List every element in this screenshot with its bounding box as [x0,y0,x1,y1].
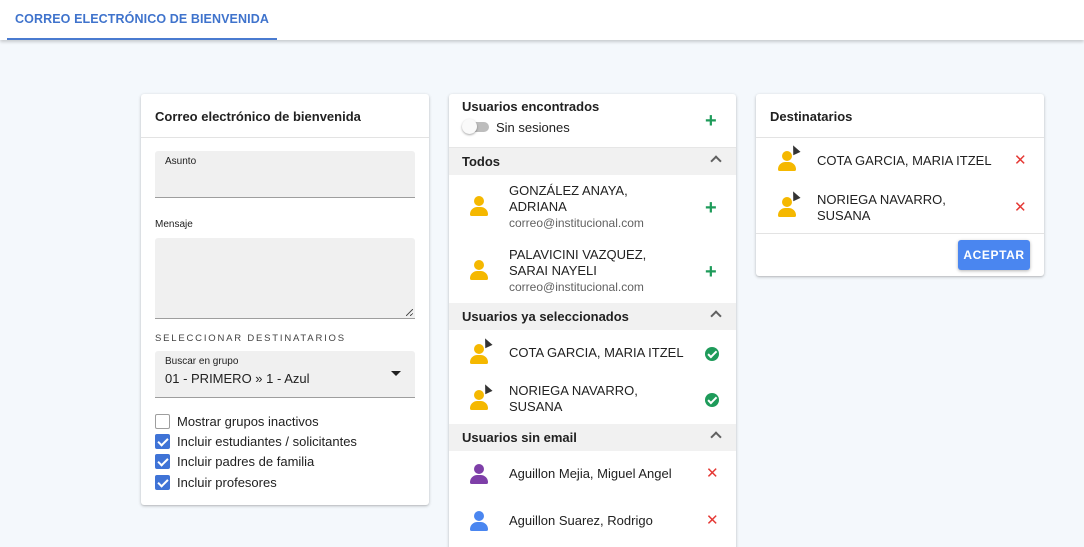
tab-welcome-email[interactable]: CORREO ELECTRÓNICO DE BIENVENIDA [7,0,277,40]
welcome-card-header: Correo electrónico de bienvenida [141,94,429,138]
user-email: correo@institucional.com [509,280,644,294]
user-name-line1: PALAVICINI VAZQUEZ, [509,247,647,262]
group-label: Usuarios ya seleccionados [462,309,629,324]
checkbox-include-parents[interactable]: Incluir padres de familia [155,454,314,469]
chevron-up-icon[interactable] [710,431,722,443]
select-recipients-caption: SELECCIONAR DESTINATARIOS [155,333,346,344]
recipient-name-line1: COTA GARCIA, MARIA ITZEL [817,153,992,168]
checkbox-label: Incluir estudiantes / solicitantes [177,434,357,449]
user-icon [468,194,490,218]
user-name: PALAVICINI VAZQUEZ, SARAI NAYELI [509,247,646,279]
user-name: GONZÁLEZ ANAYA, ADRIANA [509,183,628,215]
resize-grip-icon[interactable] [406,309,413,316]
user-name-line1: COTA GARCIA, MARIA ITZEL [509,345,684,360]
remove-recipient-button[interactable]: ✕ [1014,153,1027,168]
user-name-line1: Aguillon Suarez, Rodrigo [509,513,653,528]
chevron-up-icon[interactable] [710,310,722,322]
checkbox-label: Mostrar grupos inactivos [177,414,319,429]
add-user-button[interactable]: + [705,262,717,282]
user-name-line1: Aguillon Mejia, Miguel Angel [509,466,672,481]
user-name-line1: NORIEGA NAVARRO, [509,383,638,398]
toggle-knob [462,119,477,134]
user-name-line2: SARAI NAYELI [509,263,597,278]
checkbox-checked-icon[interactable] [155,434,170,449]
recipients-card-title: Destinatarios [770,109,853,124]
user-name-line2: SUSANA [509,399,563,414]
user-icon [468,258,490,282]
users-found-card: Usuarios encontrados Sin sesiones + Todo… [449,94,736,547]
no-sessions-label: Sin sesiones [496,120,570,135]
welcome-card-title: Correo electrónico de bienvenida [155,109,361,124]
checkbox-checked-icon[interactable] [155,454,170,469]
checkbox-unchecked-icon[interactable] [155,414,170,429]
user-selected-icon [776,189,801,219]
group-label: Todos [462,154,501,169]
users-card-header: Usuarios encontrados Sin sesiones + [449,94,736,148]
checkbox-inactive-groups[interactable]: Mostrar grupos inactivos [155,414,319,429]
top-bar: CORREO ELECTRÓNICO DE BIENVENIDA [0,0,1084,40]
checkbox-checked-icon[interactable] [155,475,170,490]
close-icon[interactable]: ✕ [706,513,719,528]
dropdown-arrow-icon[interactable] [391,371,401,376]
chevron-up-icon[interactable] [710,155,722,167]
checkbox-include-students[interactable]: Incluir estudiantes / solicitantes [155,434,357,449]
divider [756,233,1044,234]
subject-label: Asunto [165,156,197,167]
user-selected-icon [468,336,493,366]
group-header-no-email[interactable]: Usuarios sin email [449,424,736,451]
group-select-value: 01 - PRIMERO » 1 - Azul [165,371,310,386]
check-circle-icon [705,393,719,407]
group-select[interactable]: Buscar en grupo 01 - PRIMERO » 1 - Azul [155,351,415,398]
add-user-button[interactable]: + [705,198,717,218]
user-selected-icon [776,143,801,173]
group-header-selected[interactable]: Usuarios ya seleccionados [449,303,736,330]
close-icon[interactable]: ✕ [706,466,719,481]
recipients-card: Destinatarios COTA GARCIA, MARIA ITZEL ✕… [756,94,1044,276]
check-circle-icon [705,347,719,361]
message-label: Mensaje [155,219,193,230]
recipient-name-line2: SUSANA [817,208,871,223]
recipients-card-header: Destinatarios [756,94,1044,138]
group-select-label: Buscar en grupo [165,356,239,367]
checkbox-label: Incluir profesores [177,475,277,490]
remove-recipient-button[interactable]: ✕ [1014,200,1027,215]
checkbox-include-teachers[interactable]: Incluir profesores [155,475,277,490]
subject-field[interactable]: Asunto [155,151,415,198]
recipient-name-line1: NORIEGA NAVARRO, [817,192,946,207]
welcome-email-card: Correo electrónico de bienvenida Asunto … [141,94,429,505]
message-textarea[interactable] [155,238,415,319]
user-name: Aguillon Suarez, Rodrigo [509,513,653,529]
recipient-name: COTA GARCIA, MARIA ITZEL [817,153,992,169]
group-header-todos[interactable]: Todos [449,148,736,175]
user-name: Aguillon Mejia, Miguel Angel [509,466,672,482]
recipient-name: NORIEGA NAVARRO, SUSANA [817,192,946,224]
user-selected-icon [468,382,493,412]
user-icon [468,462,490,486]
user-name-line2: ADRIANA [509,199,567,214]
accept-button[interactable]: ACEPTAR [958,240,1030,270]
user-icon [468,509,490,533]
no-sessions-toggle[interactable] [462,119,490,134]
user-name: COTA GARCIA, MARIA ITZEL [509,345,684,361]
add-all-button[interactable]: + [705,111,717,131]
user-name-line1: GONZÁLEZ ANAYA, [509,183,628,198]
user-email: correo@institucional.com [509,216,644,230]
checkbox-label: Incluir padres de familia [177,454,315,469]
group-label: Usuarios sin email [462,430,577,445]
user-name: NORIEGA NAVARRO, SUSANA [509,383,638,415]
users-card-title: Usuarios encontrados [462,99,600,114]
